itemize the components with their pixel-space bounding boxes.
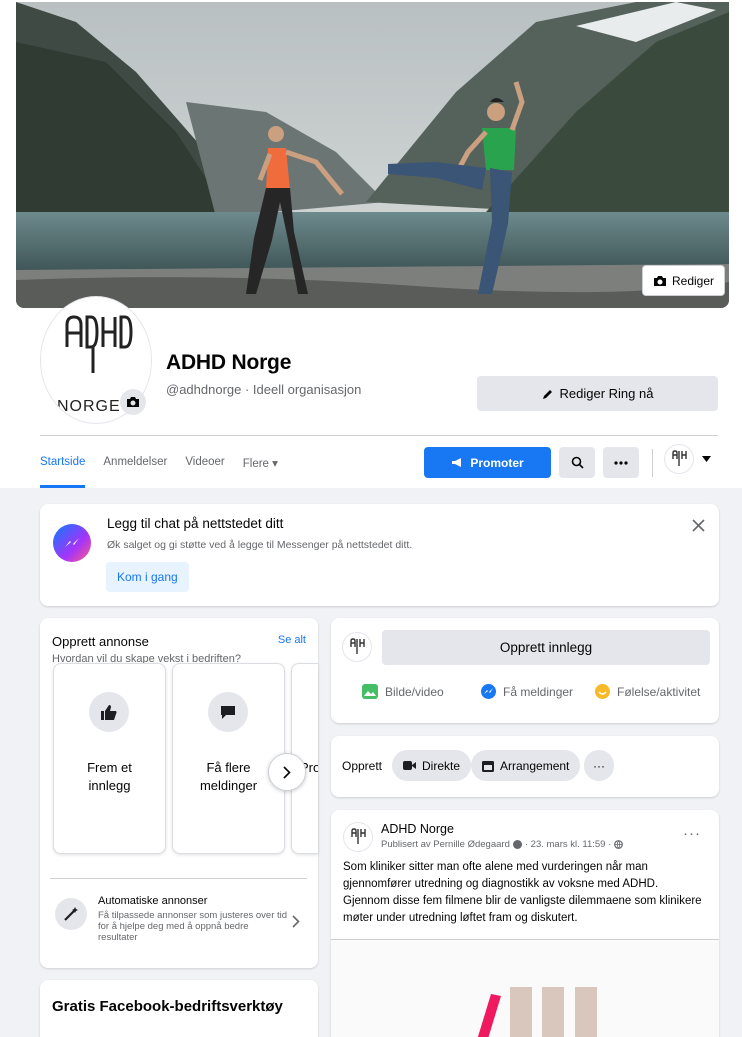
chevron-right-icon bbox=[292, 915, 300, 928]
promote-label: Promoter bbox=[470, 455, 524, 470]
more-icon bbox=[614, 460, 628, 465]
more-options-button[interactable] bbox=[603, 447, 639, 478]
automatic-ads-title[interactable]: Automatiske annonser bbox=[98, 895, 207, 907]
logo-text: NORGE bbox=[57, 398, 121, 415]
create-label: Opprett bbox=[342, 759, 383, 773]
chat-bubble-icon bbox=[208, 692, 248, 732]
see-all-link[interactable]: Se alt bbox=[278, 634, 306, 646]
composer-avatar bbox=[342, 632, 372, 662]
ad-panel-divider bbox=[50, 878, 307, 879]
page-header: Rediger NORGE ADHD Norge @adhdnorge · Id… bbox=[0, 0, 742, 488]
nav-separator bbox=[652, 449, 653, 477]
cover-landscape-image bbox=[16, 2, 729, 308]
feeling-activity-label: Følelse/aktivitet bbox=[617, 684, 701, 699]
get-started-button[interactable]: Kom i gang bbox=[106, 562, 189, 592]
search-button[interactable] bbox=[559, 447, 595, 478]
more-icon: ··· bbox=[593, 758, 605, 773]
info-dot-icon bbox=[512, 840, 522, 849]
tab-startside[interactable]: Startside bbox=[40, 448, 86, 488]
feeling-activity-action[interactable]: Følelse/aktivitet bbox=[595, 684, 700, 699]
live-video-button[interactable]: Direkte bbox=[392, 750, 472, 781]
adhd-logo-small bbox=[351, 828, 366, 844]
close-icon bbox=[692, 519, 705, 532]
post-options-button[interactable]: ··· bbox=[683, 825, 701, 842]
edit-call-button[interactable]: Rediger Ring nå bbox=[477, 376, 718, 411]
smiley-icon bbox=[595, 684, 610, 699]
header-divider bbox=[40, 435, 718, 436]
page-subtitle: @adhdnorge · Ideell organisasjon bbox=[166, 382, 362, 397]
create-options-row: Opprett Direkte Arrangement ··· bbox=[331, 736, 719, 797]
page-switcher[interactable] bbox=[664, 444, 711, 474]
post-meta: Publisert av Pernille Ødegaard · 23. mar… bbox=[381, 839, 624, 850]
search-icon bbox=[571, 456, 584, 469]
camera-icon bbox=[653, 275, 667, 287]
page-tabs: Startside Anmeldelser Videoer Flere ▾ bbox=[40, 448, 278, 488]
cover-photo bbox=[16, 2, 729, 308]
post-author-name[interactable]: ADHD Norge bbox=[381, 822, 454, 836]
page-title: ADHD Norge bbox=[166, 351, 292, 374]
automatic-ads-text: Få tilpassede annonser som justeres over… bbox=[98, 910, 288, 943]
business-tools-panel: Gratis Facebook-bedriftsverktøy bbox=[40, 980, 318, 1037]
chevron-right-icon bbox=[283, 765, 291, 779]
edit-cover-label: Rediger bbox=[672, 273, 715, 288]
edit-call-label: Rediger Ring nå bbox=[559, 386, 654, 401]
business-tools-title: Gratis Facebook-bedriftsverktøy bbox=[52, 998, 283, 1015]
calendar-icon bbox=[482, 760, 494, 772]
feed-post: ADHD Norge Publisert av Pernille Ødegaar… bbox=[331, 810, 719, 1037]
chat-card-text: Øk salget og gi støtte ved å legge til M… bbox=[107, 539, 413, 551]
photo-icon bbox=[362, 684, 378, 699]
globe-icon bbox=[614, 840, 624, 849]
event-button[interactable]: Arrangement bbox=[471, 750, 581, 781]
post-date[interactable]: · 23. mars kl. 11:59 · bbox=[525, 839, 611, 850]
tab-flere[interactable]: Flere ▾ bbox=[243, 448, 278, 488]
pencil-icon bbox=[542, 388, 554, 400]
boost-post-label: Frem et innlegg bbox=[87, 760, 132, 793]
page-switcher-avatar bbox=[664, 444, 694, 474]
live-video-label: Direkte bbox=[422, 758, 461, 773]
boost-post-option[interactable]: Frem et innlegg bbox=[53, 663, 166, 854]
live-video-icon bbox=[403, 760, 416, 771]
get-messages-label: Få meldinger bbox=[503, 684, 574, 699]
post-composer: Opprett innlegg Bilde/video Få meldinger… bbox=[331, 618, 719, 723]
chat-plugin-card: Legg til chat på nettstedet ditt Øk salg… bbox=[40, 504, 719, 606]
carousel-next-button[interactable] bbox=[268, 753, 306, 791]
get-messages-option[interactable]: Få flere meldinger bbox=[172, 663, 285, 854]
create-post-input[interactable]: Opprett innlegg bbox=[382, 630, 710, 665]
camera-icon bbox=[126, 396, 140, 408]
update-avatar-button[interactable] bbox=[120, 389, 146, 415]
messenger-icon bbox=[481, 684, 496, 699]
megaphone-icon bbox=[451, 457, 464, 468]
tab-videoer[interactable]: Videoer bbox=[185, 448, 224, 488]
post-publisher: Publisert av Pernille Ødegaard bbox=[381, 839, 510, 850]
close-button[interactable] bbox=[692, 519, 705, 537]
adhd-logo-small bbox=[672, 450, 687, 466]
event-label: Arrangement bbox=[500, 758, 570, 773]
get-messages-label: Få flere meldinger bbox=[199, 760, 258, 793]
post-media[interactable] bbox=[331, 940, 719, 1037]
magic-wand-icon bbox=[55, 898, 87, 930]
edit-cover-button[interactable]: Rediger bbox=[642, 265, 726, 296]
tab-anmeldelser[interactable]: Anmeldelser bbox=[103, 448, 167, 488]
thumbs-up-icon bbox=[89, 692, 129, 732]
get-messages-action[interactable]: Få meldinger bbox=[481, 684, 573, 699]
messenger-icon bbox=[53, 524, 91, 562]
post-media-graphic bbox=[477, 987, 597, 1037]
photo-video-action[interactable]: Bilde/video bbox=[362, 684, 444, 699]
post-body: Som kliniker sitter man ofte alene med v… bbox=[343, 861, 702, 924]
chat-card-title: Legg til chat på nettstedet ditt bbox=[107, 516, 284, 531]
create-ad-title: Opprett annonse bbox=[52, 634, 149, 649]
chevron-down-icon bbox=[702, 456, 711, 462]
more-create-options-button[interactable]: ··· bbox=[584, 750, 614, 781]
automatic-ads-chevron[interactable] bbox=[292, 915, 300, 933]
promote-button[interactable]: Promoter bbox=[424, 447, 551, 478]
photo-video-label: Bilde/video bbox=[385, 684, 444, 699]
adhd-logo-small bbox=[350, 638, 365, 654]
post-author-avatar[interactable] bbox=[343, 822, 373, 852]
